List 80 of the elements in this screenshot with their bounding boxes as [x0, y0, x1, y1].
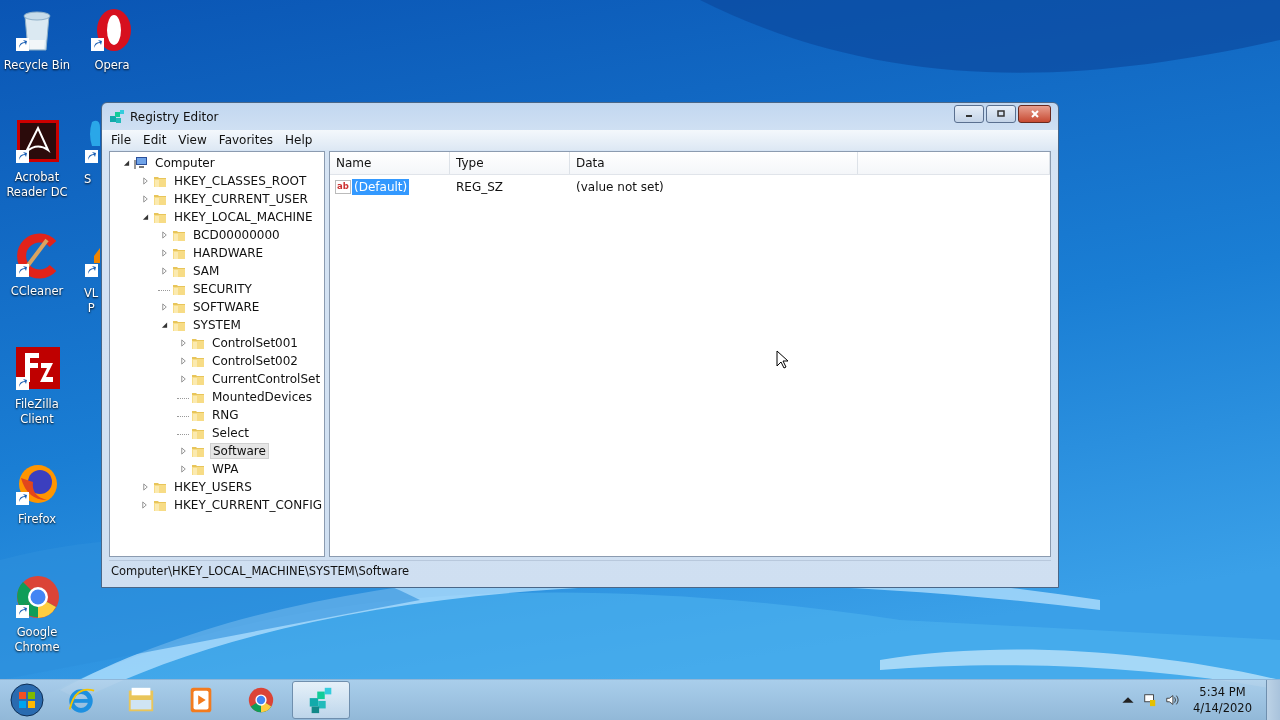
tree-item[interactable]: MountedDevices: [210, 390, 314, 404]
folder-icon: [172, 228, 186, 242]
folder-icon: [172, 282, 186, 296]
folder-icon: [172, 318, 186, 332]
tree-item[interactable]: HKEY_CLASSES_ROOT: [172, 174, 309, 188]
column-header[interactable]: Type: [450, 152, 570, 174]
folder-icon: [191, 408, 205, 422]
date-text: 4/14/2020: [1193, 700, 1252, 716]
folder-icon: [153, 192, 167, 206]
folder-icon: [191, 372, 205, 386]
maximize-button[interactable]: [986, 104, 1016, 123]
folder-icon: [153, 210, 167, 224]
tree-item[interactable]: HKEY_CURRENT_USER: [172, 192, 310, 206]
icon-label[interactable]: Acrobat Reader DC: [6, 170, 68, 200]
column-header[interactable]: Name: [330, 152, 450, 174]
tree-item[interactable]: ControlSet002: [210, 354, 300, 368]
icon-label[interactable]: Opera: [94, 58, 130, 73]
folder-icon: [153, 480, 167, 494]
folder-icon: [152, 498, 167, 512]
tree-item[interactable]: HKEY_LOCAL_MACHINE: [172, 210, 315, 224]
table-cell-text: (value not set): [575, 180, 665, 194]
folder-icon: [172, 264, 186, 278]
icon-label[interactable]: Recycle Bin: [3, 58, 71, 73]
time-text: 5:34 PM: [1199, 684, 1246, 700]
taskbar-button[interactable]: [292, 681, 350, 719]
menu-item[interactable]: Favorites: [213, 133, 279, 147]
icon-label[interactable]: CCleaner: [10, 284, 64, 299]
folder-icon: [153, 174, 167, 188]
tree-item[interactable]: SAM: [191, 264, 222, 278]
flag-icon[interactable]: [1143, 693, 1158, 707]
folder-icon: [172, 300, 186, 314]
folder-icon: [172, 246, 186, 260]
tree-item[interactable]: SYSTEM: [191, 318, 243, 332]
speaker-icon[interactable]: [1165, 693, 1180, 707]
tree-item[interactable]: HKEY_CURRENT_CONFIG: [171, 498, 324, 512]
tree-item[interactable]: WPA: [210, 462, 241, 476]
windows-logo-icon: [9, 682, 45, 718]
tree-item[interactable]: ControlSet001: [210, 336, 300, 350]
icon-label[interactable]: Firefox: [17, 512, 57, 527]
tree-item[interactable]: RNG: [210, 408, 241, 422]
menu-item[interactable]: View: [173, 133, 212, 147]
column-header[interactable]: Data: [570, 152, 858, 174]
chrome-icon: [246, 685, 276, 715]
tree-item[interactable]: BCD00000000: [191, 228, 282, 242]
tree-item[interactable]: Computer: [153, 156, 217, 170]
folder-icon: [191, 390, 205, 404]
window-title: Registry Editor: [130, 109, 219, 124]
tree-item[interactable]: CurrentControlSet: [210, 372, 323, 386]
menu-item[interactable]: Edit: [138, 133, 172, 147]
folder-icon: [191, 336, 205, 350]
shortcut-icon[interactable]: [84, 118, 100, 166]
menu-item[interactable]: Help: [280, 133, 318, 147]
tree-item[interactable]: Software: [210, 443, 269, 459]
tree-item[interactable]: HARDWARE: [191, 246, 266, 260]
chrome-icon[interactable]: [13, 573, 61, 621]
icon-label[interactable]: S: [84, 172, 92, 187]
string-value-icon: ab: [335, 180, 351, 194]
minimize-button[interactable]: [954, 104, 984, 123]
icon-label[interactable]: VL P: [84, 286, 99, 316]
tree-item[interactable]: Select: [210, 426, 252, 440]
folder-icon: [191, 444, 205, 458]
close-button[interactable]: [1018, 104, 1051, 123]
tree-item[interactable]: SOFTWARE: [191, 300, 262, 314]
acrobat-icon[interactable]: [13, 118, 61, 166]
status-text: Computer\HKEY_LOCAL_MACHINE\SYSTEM\Software: [111, 564, 410, 578]
table-cell-text: REG_SZ: [455, 180, 505, 194]
clock[interactable]: 5:34 PM 4/14/2020: [1187, 684, 1258, 716]
folder-icon: [191, 462, 205, 476]
tree-item[interactable]: HKEY_USERS: [172, 480, 254, 494]
maximize-icon: [996, 109, 1006, 118]
folder-icon: [191, 354, 205, 368]
folder-icon: [191, 426, 205, 440]
tree-item[interactable]: SECURITY: [191, 282, 254, 296]
computer-icon: [134, 156, 148, 170]
cubes-icon: [109, 108, 125, 125]
menu-item[interactable]: File: [106, 133, 137, 147]
filezilla-icon[interactable]: [13, 345, 61, 393]
cursor-icon: [776, 350, 788, 370]
icon-label[interactable]: FileZilla Client: [15, 397, 59, 427]
close-icon: [1029, 109, 1040, 118]
